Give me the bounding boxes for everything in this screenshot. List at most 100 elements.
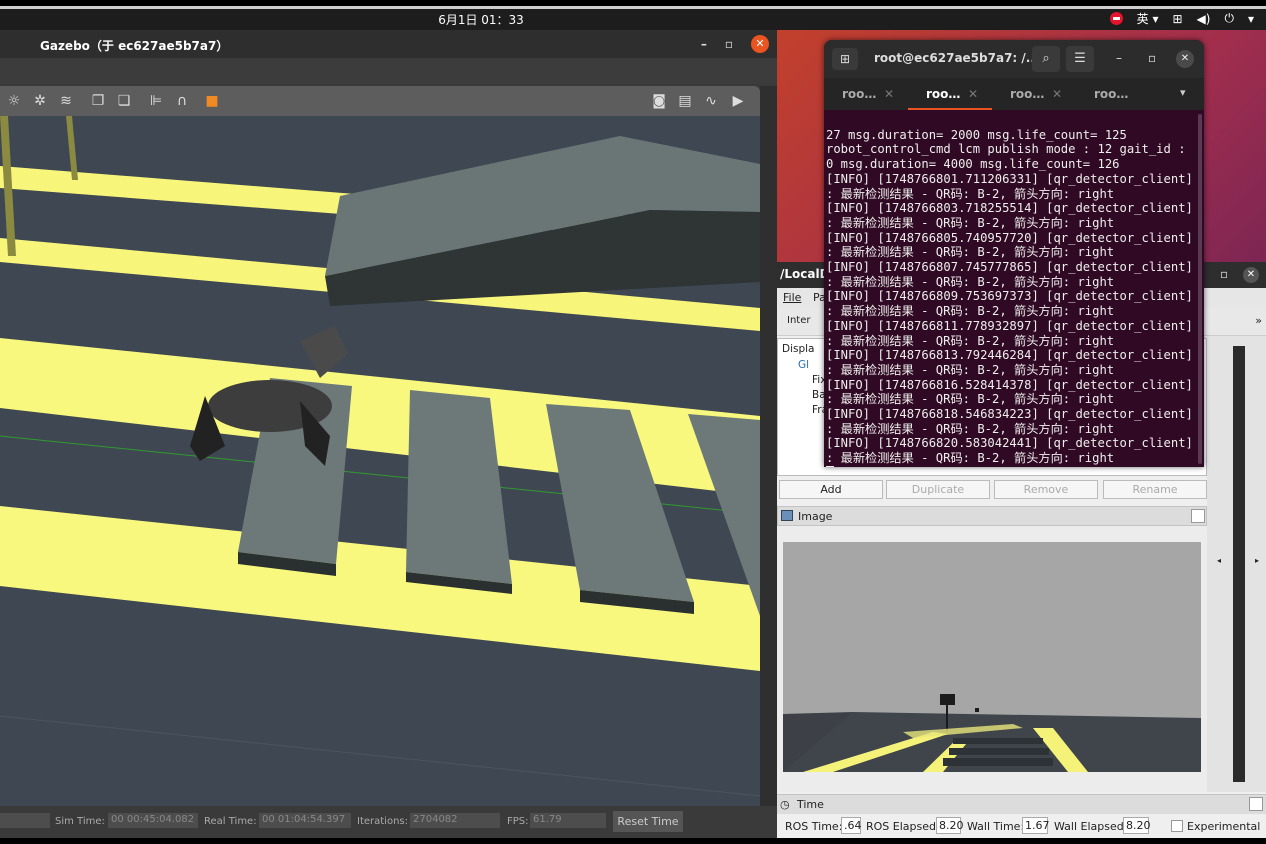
image-panel-title: Image [798, 510, 833, 523]
terminal-window: ⊞ root@ec627ae5b7a7: /... ⌕ ☰ – ▫ ✕ roo…… [824, 40, 1204, 467]
displays-header: Displa [782, 343, 815, 355]
power-icon[interactable]: ⏻ [1224, 11, 1234, 26]
close-icon[interactable]: ✕ [751, 35, 769, 53]
magnet-icon[interactable]: ∩ [174, 93, 190, 109]
ros-elapsed-field[interactable]: 8.20 [936, 817, 964, 834]
align-icon[interactable]: ⊫ [148, 93, 164, 109]
terminal-line: 27 msg.duration= 2000 msg.life_count= 12… [826, 127, 1127, 142]
collapse-left-icon[interactable]: ◂ [1217, 556, 1221, 565]
view-side-bar [1233, 346, 1245, 782]
terminal-tab-2[interactable]: roo… ✕ [908, 78, 992, 110]
terminal-title: root@ec627ae5b7a7: /... [874, 51, 1040, 65]
collapse-right-icon[interactable]: ▸ [1255, 556, 1259, 565]
terminal-tab-4[interactable]: roo… [1076, 78, 1160, 110]
terminal-tabs: roo… ✕ roo… ✕ roo… ✕ roo… ▾ [824, 78, 1204, 110]
system-menu-icon[interactable]: ▾ [1248, 12, 1254, 26]
wall-time-field[interactable]: 1.67 [1022, 817, 1050, 834]
hamburger-menu-icon[interactable]: ☰ [1066, 46, 1094, 72]
clock[interactable]: 6月1日 01：33 [0, 11, 962, 28]
tab-close-icon[interactable]: ✕ [884, 87, 894, 101]
reset-time-button[interactable]: Reset Time [613, 811, 683, 832]
time-panel: ROS Time: .64 ROS Elapsed: 8.20 Wall Tim… [777, 814, 1266, 838]
terminal-line: : 最新检测结果 - QR码: B-2, 箭头方向: right [826, 304, 1115, 319]
camera-image [783, 542, 1201, 772]
ros-time-field[interactable]: .64 [841, 817, 862, 834]
terminal-scrollbar[interactable] [1198, 114, 1202, 464]
minimize-icon[interactable]: – [1116, 51, 1122, 65]
plot-icon[interactable]: ∿ [703, 93, 719, 109]
tab-label: roo… [1094, 87, 1129, 101]
experimental-checkbox[interactable] [1171, 820, 1183, 832]
video-record-icon[interactable]: ▶ [730, 93, 746, 109]
terminal-line: [INFO] [1748766809.753697373] [qr_detect… [826, 289, 1193, 304]
wall-elapsed-field[interactable]: 8.20 [1123, 817, 1151, 834]
scene-render [0, 116, 760, 806]
screenshot-icon[interactable]: ◙ [651, 93, 667, 109]
terminal-tab-3[interactable]: roo… ✕ [992, 78, 1076, 110]
terminal-line: [INFO] [1748766818.546834223] [qr_detect… [826, 407, 1193, 422]
remove-button[interactable]: Remove [994, 480, 1098, 499]
wall-elapsed-label: Wall Elapsed: [1054, 820, 1128, 833]
gazebo-toolbar: ☼ ✲ ≋ ❐ ❏ ⊫ ∩ ■ ◙ ▤ ∿ ▶ [0, 86, 760, 116]
image-panel-float-checkbox[interactable] [1191, 509, 1205, 523]
minimize-icon[interactable]: – [701, 37, 707, 51]
time-panel-title: Time [797, 798, 824, 811]
tab-close-icon[interactable]: ✕ [968, 87, 978, 101]
terminal-line: : 最新检测结果 - QR码: B-2, 箭头方向: right [826, 186, 1115, 201]
tabs-dropdown-icon[interactable]: ▾ [1180, 86, 1186, 99]
terminal-headerbar[interactable]: ⊞ root@ec627ae5b7a7: /... ⌕ ☰ – ▫ ✕ [824, 40, 1204, 78]
gazebo-title: Gazebo（于 ec627ae5b7a7） [40, 39, 229, 53]
duplicate-button[interactable]: Duplicate [886, 480, 990, 499]
gazebo-statusbar: Sim Time: 00 00:45:04.082 Real Time: 00 … [0, 806, 777, 838]
copy-icon[interactable]: ❐ [90, 93, 106, 109]
menu-file[interactable]: File [783, 291, 801, 304]
terminal-line: [INFO] [1748766801.711206331] [qr_detect… [826, 171, 1193, 186]
wall-time-label: Wall Time: [967, 820, 1025, 833]
sun-light-icon[interactable]: ☼ [6, 93, 22, 109]
close-icon[interactable]: ✕ [1176, 50, 1194, 68]
top-panel: 6月1日 01：33 英 ▾ ⊞ ◀) ⏻ ▾ [0, 0, 1266, 30]
new-tab-button[interactable]: ⊞ [832, 48, 858, 70]
image-panel-header: Image [777, 506, 1207, 526]
maximize-icon[interactable]: ▫ [1220, 267, 1228, 281]
clock-icon: ◷ [780, 798, 790, 811]
iterations-value: 2704082 [410, 813, 500, 828]
toolbar-overflow-icon[interactable]: » [1255, 314, 1262, 327]
log-icon[interactable]: ▤ [677, 93, 693, 109]
pause-field [0, 813, 50, 828]
terminal-cursor-line [826, 466, 1194, 467]
gazebo-3d-scene[interactable] [0, 116, 760, 806]
terminal-line: : 最新检测结果 - QR码: B-2, 箭头方向: right [826, 274, 1115, 289]
paste-icon[interactable]: ❏ [116, 93, 132, 109]
point-light-icon[interactable]: ✲ [32, 93, 48, 109]
terminal-line: [INFO] [1748766811.778932897] [qr_detect… [826, 318, 1193, 333]
maximize-icon[interactable]: ▫ [725, 37, 733, 51]
bottom-edge [0, 838, 1266, 844]
terminal-tab-1[interactable]: roo… ✕ [824, 78, 908, 110]
tab-label: roo… [1010, 87, 1045, 101]
time-panel-header: ◷ Time [777, 794, 1266, 814]
maximize-icon[interactable]: ▫ [1148, 51, 1156, 65]
real-time-label: Real Time: [204, 816, 257, 827]
time-panel-float-checkbox[interactable] [1249, 797, 1263, 811]
network-icon[interactable]: ⊞ [1172, 12, 1182, 26]
tab-close-icon[interactable]: ✕ [1052, 87, 1062, 101]
ros-time-label: ROS Time: [785, 820, 843, 833]
search-icon[interactable]: ⌕ [1032, 46, 1060, 72]
model-select-icon[interactable]: ■ [204, 93, 220, 109]
spot-light-icon[interactable]: ≋ [58, 93, 74, 109]
system-tray: 英 ▾ ⊞ ◀) ⏻ ▾ [1109, 10, 1254, 27]
display-global-options[interactable]: Gl [798, 359, 809, 373]
input-method-indicator[interactable]: 英 ▾ [1137, 10, 1159, 27]
close-icon[interactable]: ✕ [1243, 267, 1259, 283]
rename-button[interactable]: Rename [1103, 480, 1207, 499]
terminal-line: 0 msg.duration= 4000 msg.life_count= 126 [826, 157, 1120, 172]
do-not-disturb-icon[interactable] [1109, 12, 1123, 25]
interact-tool[interactable]: Inter [787, 315, 810, 326]
volume-icon[interactable]: ◀) [1197, 12, 1211, 26]
gazebo-titlebar[interactable]: Gazebo（于 ec627ae5b7a7） – ▫ ✕ [0, 30, 777, 58]
add-button[interactable]: Add [779, 480, 883, 499]
terminal-output[interactable]: 27 msg.duration= 2000 msg.life_count= 12… [824, 112, 1196, 467]
terminal-line: : 最新检测结果 - QR码: B-2, 箭头方向: right [826, 215, 1115, 230]
rviz-title: /LocalD [780, 267, 830, 281]
